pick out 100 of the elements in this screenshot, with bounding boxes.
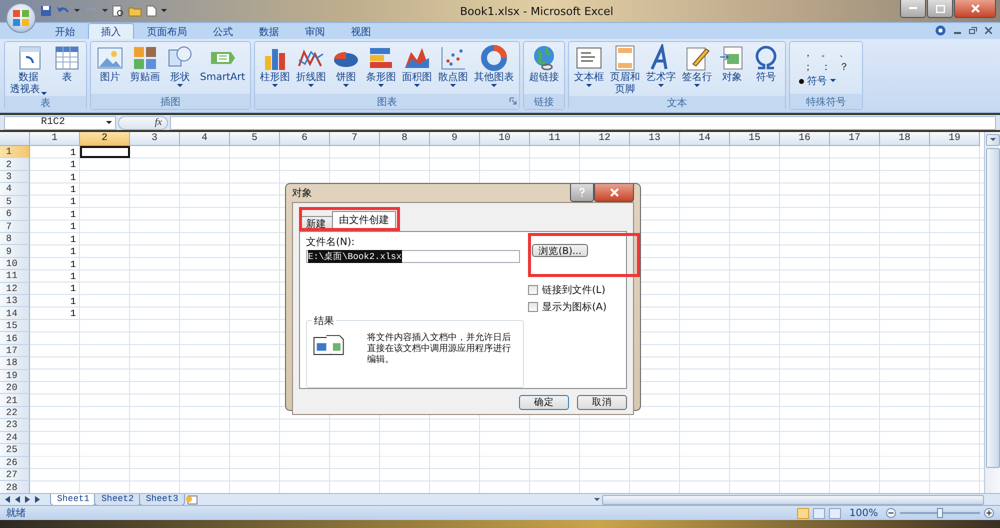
column-header[interactable]: 10 (480, 132, 530, 146)
ribbon-button[interactable]: 对象 (716, 44, 748, 84)
column-header[interactable]: 19 (930, 132, 980, 146)
active-cell[interactable] (80, 146, 130, 158)
column-header[interactable]: 18 (880, 132, 930, 146)
checkbox-label[interactable]: 链接到文件(L) (542, 283, 606, 297)
row-header[interactable]: 12 (0, 282, 30, 296)
ribbon-button[interactable]: 超链接 (527, 44, 562, 84)
close-icon[interactable] (985, 27, 992, 34)
browse-button[interactable]: 浏览(B)... (532, 244, 588, 257)
help-icon[interactable] (935, 25, 946, 36)
ribbon-button[interactable]: SmartArt (198, 44, 248, 84)
zoom-level[interactable]: 100% (849, 508, 878, 518)
row-header[interactable]: 21 (0, 394, 30, 407)
symbol-button[interactable]: 、 (835, 46, 854, 59)
symbol-button[interactable]: ， (799, 46, 818, 59)
zoom-out-icon[interactable] (886, 508, 896, 518)
ribbon-button[interactable]: 表 (51, 44, 83, 84)
column-header[interactable]: 5 (230, 132, 280, 146)
row-header[interactable]: 20 (0, 382, 30, 394)
zoom-in-icon[interactable] (984, 508, 994, 518)
column-header[interactable]: 4 (180, 132, 230, 146)
ribbon-tab[interactable]: 视图 (338, 23, 384, 39)
ribbon-button[interactable]: 柱形图 (258, 44, 292, 88)
ribbon-button[interactable]: 饼图 (330, 44, 362, 88)
column-header[interactable]: 15 (730, 132, 780, 146)
ribbon-tab[interactable]: 数据 (246, 23, 292, 39)
symbol-button[interactable]: ？ (835, 60, 854, 73)
ribbon-button[interactable]: 签名行 (680, 44, 714, 88)
column-header[interactable]: 17 (830, 132, 880, 146)
row-header[interactable]: 26 (0, 456, 30, 469)
column-header[interactable]: 16 (780, 132, 830, 146)
file-name-field[interactable]: E:\桌面\Book2.xlsx (306, 250, 520, 263)
ribbon-button[interactable]: 剪贴画 (128, 44, 162, 84)
ribbon-button[interactable]: 面积图 (400, 44, 434, 88)
column-header[interactable]: 13 (630, 132, 680, 146)
row-header[interactable]: 4 (0, 183, 30, 196)
close-button[interactable] (954, 0, 996, 18)
sheet-tab[interactable]: Sheet1 (50, 494, 96, 506)
row-header[interactable]: 25 (0, 444, 30, 457)
row-header[interactable]: 9 (0, 245, 30, 258)
checkbox[interactable] (528, 302, 538, 312)
insert-function-button[interactable]: fx (118, 116, 168, 130)
ribbon-button[interactable]: 符号 (750, 44, 782, 84)
row-header[interactable]: 28 (0, 481, 30, 493)
minimize-button[interactable] (900, 0, 926, 18)
print-preview-icon[interactable] (112, 5, 124, 17)
ribbon-tab[interactable]: 插入 (88, 23, 134, 39)
row-header[interactable]: 24 (0, 432, 30, 444)
document-icon[interactable] (146, 5, 157, 17)
name-box[interactable]: R1C2 (4, 116, 116, 130)
insert-sheet-icon[interactable] (185, 494, 200, 504)
ribbon-button[interactable]: 页眉和 页脚 (608, 44, 642, 96)
ribbon-tab[interactable]: 页面布局 (134, 23, 200, 39)
row-header[interactable]: 11 (0, 270, 30, 283)
row-header[interactable]: 15 (0, 320, 30, 332)
vertical-scrollbar[interactable] (984, 132, 1000, 493)
row-header[interactable]: 14 (0, 307, 30, 320)
ribbon-button[interactable]: 形状 (164, 44, 196, 88)
dialog-button[interactable]: 取消 (577, 395, 627, 410)
ribbon-button[interactable]: 其他图表 (472, 44, 516, 88)
dialog-tab[interactable]: 由文件创建 (332, 211, 396, 228)
ribbon-button[interactable]: 散点图 (436, 44, 470, 88)
column-header[interactable]: 1 (30, 132, 80, 146)
row-header[interactable]: 18 (0, 357, 30, 370)
close-button[interactable] (594, 184, 634, 202)
row-header[interactable]: 23 (0, 419, 30, 432)
column-header[interactable]: 9 (430, 132, 480, 146)
row-header[interactable]: 6 (0, 208, 30, 221)
ribbon-tab[interactable]: 公式 (200, 23, 246, 39)
column-header[interactable]: 2 (80, 132, 130, 146)
row-header[interactable]: 27 (0, 468, 30, 482)
row-header[interactable]: 3 (0, 170, 30, 184)
formula-field[interactable] (170, 116, 996, 130)
symbol-button[interactable]: ： (817, 60, 836, 73)
row-header[interactable]: 10 (0, 258, 30, 270)
restore-icon[interactable] (969, 27, 977, 34)
row-header[interactable]: 7 (0, 220, 30, 233)
ribbon-button[interactable]: 艺术字 (644, 44, 678, 88)
column-header[interactable]: 3 (130, 132, 180, 146)
column-header[interactable]: 8 (380, 132, 430, 146)
row-header[interactable]: 22 (0, 406, 30, 420)
checkbox-label[interactable]: 显示为图标(A) (542, 300, 607, 314)
row-header[interactable]: 8 (0, 232, 30, 246)
symbol-button[interactable]: 。 (817, 46, 836, 59)
ribbon-button[interactable]: 折线图 (294, 44, 328, 88)
maximize-button[interactable] (927, 0, 953, 18)
column-header[interactable]: 7 (330, 132, 380, 146)
save-icon[interactable] (40, 5, 52, 17)
row-header[interactable]: 1 (0, 146, 30, 158)
symbol-menu-button[interactable]: 符号 (799, 74, 854, 88)
ribbon-button[interactable]: 文本框 (572, 44, 606, 88)
help-button[interactable] (570, 184, 594, 202)
column-header[interactable]: 14 (680, 132, 730, 146)
checkbox[interactable] (528, 285, 538, 295)
slider-thumb[interactable] (937, 508, 943, 518)
sheet-tab[interactable]: Sheet3 (138, 494, 186, 506)
dialog-button[interactable]: 确定 (519, 395, 569, 410)
symbol-button[interactable]: ； (799, 60, 818, 73)
row-header[interactable]: 17 (0, 344, 30, 358)
